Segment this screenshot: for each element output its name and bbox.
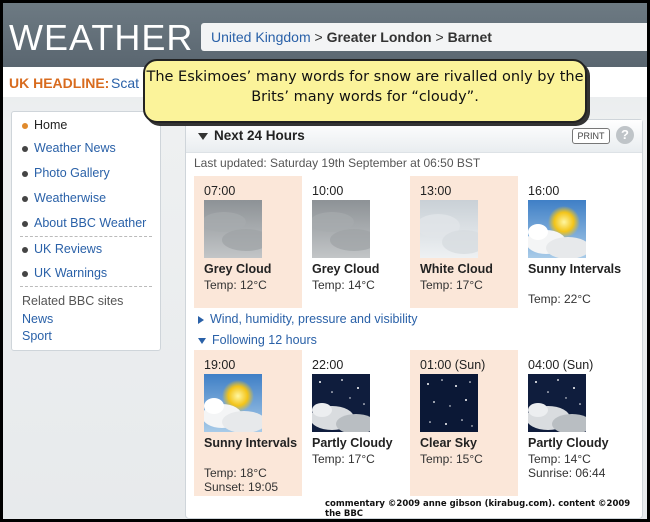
breadcrumb-country[interactable]: United Kingdom bbox=[211, 29, 311, 45]
grey-cloud-icon bbox=[204, 200, 262, 258]
white-cloud-icon bbox=[420, 200, 478, 258]
forecast-slot: 10:00 Grey Cloud Temp: 14°C bbox=[302, 176, 410, 308]
expander-following-hours[interactable]: Following 12 hours bbox=[198, 333, 317, 347]
sidebar-item-label: Photo Gallery bbox=[34, 166, 110, 180]
sunny-intervals-icon bbox=[204, 374, 262, 432]
forecast-title-label: Next 24 Hours bbox=[214, 128, 305, 143]
collapse-triangle-icon bbox=[198, 132, 208, 140]
breadcrumb-region[interactable]: Greater London bbox=[327, 29, 432, 45]
credit-line: commentary ©2009 anne gibson (kirabug.co… bbox=[325, 499, 631, 519]
bullet-icon bbox=[22, 122, 28, 129]
sidebar-item-label: Weatherwise bbox=[34, 191, 107, 205]
help-icon[interactable]: ? bbox=[616, 126, 634, 144]
sidebar-item-label: About BBC Weather bbox=[34, 216, 147, 230]
slot-temperature: Temp: 14°C bbox=[312, 278, 375, 292]
forecast-slot: 04:00 (Sun) Partly Cloudy Temp: 14°C Sun… bbox=[518, 350, 626, 496]
headline-label: UK HEADLINE: bbox=[9, 75, 110, 91]
bullet-icon bbox=[22, 170, 28, 177]
slot-time: 10:00 bbox=[312, 184, 344, 198]
bullet-icon bbox=[22, 246, 28, 253]
slot-temperature: Temp: 17°C bbox=[420, 278, 483, 292]
bullet-icon bbox=[22, 145, 28, 152]
slot-condition: White Cloud bbox=[420, 262, 493, 276]
forecast-slot: 07:00 Grey Cloud Temp: 12°C bbox=[194, 176, 302, 308]
sidebar-item-weather-news[interactable]: Weather News bbox=[22, 141, 116, 155]
sidebar-item-about[interactable]: About BBC Weather bbox=[22, 216, 146, 230]
sidebar-item-label: Weather News bbox=[34, 141, 116, 155]
bullet-icon bbox=[22, 195, 28, 202]
breadcrumb: United Kingdom > Greater London > Barnet bbox=[201, 23, 647, 51]
slot-time: 22:00 bbox=[312, 358, 344, 372]
divider bbox=[20, 236, 152, 237]
forecast-slot: 01:00 (Sun) Clear Sky Temp: 15°C bbox=[410, 350, 518, 496]
partly-cloudy-night-icon bbox=[312, 374, 370, 432]
slot-condition: Clear Sky bbox=[420, 436, 477, 450]
slot-sunrise: Sunrise: 06:44 bbox=[528, 466, 606, 480]
slot-time: 01:00 (Sun) bbox=[420, 358, 486, 372]
forecast-slot: 16:00 Sunny Intervals Temp: 22°C bbox=[518, 176, 626, 308]
forecast-panel: Next 24 Hours PRINT ? Last updated: Satu… bbox=[185, 119, 643, 519]
slot-condition: Grey Cloud bbox=[204, 262, 272, 276]
forecast-panel-header: Next 24 Hours PRINT ? bbox=[186, 120, 642, 153]
divider bbox=[20, 286, 152, 287]
slot-temperature: Temp: 15°C bbox=[420, 452, 483, 466]
sidebar-item-uk-reviews[interactable]: UK Reviews bbox=[22, 242, 102, 256]
last-updated-text: Last updated: Saturday 19th September at… bbox=[194, 156, 481, 170]
screenshot-frame: WEATHER United Kingdom > Greater London … bbox=[0, 0, 650, 522]
sidebar-item-label: UK Warnings bbox=[34, 266, 108, 280]
slot-time: 13:00 bbox=[420, 184, 452, 198]
breadcrumb-separator: > bbox=[431, 29, 448, 45]
headline-link[interactable]: Scat bbox=[111, 75, 139, 91]
bullet-icon bbox=[22, 270, 28, 277]
breadcrumb-place: Barnet bbox=[447, 29, 492, 45]
slot-condition: Sunny Intervals bbox=[528, 262, 622, 276]
sidebar-item-label: UK Reviews bbox=[34, 242, 103, 256]
forecast-slot: 22:00 Partly Cloudy Temp: 17°C bbox=[302, 350, 410, 496]
breadcrumb-separator: > bbox=[310, 29, 327, 45]
slot-condition: Partly Cloudy bbox=[528, 436, 609, 450]
sidebar-item-photo-gallery[interactable]: Photo Gallery bbox=[22, 166, 110, 180]
commentary-callout: The Eskimoes’ many words for snow are ri… bbox=[143, 59, 587, 123]
slot-temperature: Temp: 17°C bbox=[312, 452, 375, 466]
sidebar-item-weatherwise[interactable]: Weatherwise bbox=[22, 191, 106, 205]
collapse-down-icon bbox=[198, 337, 206, 344]
slot-condition: Grey Cloud bbox=[312, 262, 380, 276]
slot-time: 16:00 bbox=[528, 184, 560, 198]
site-header: WEATHER United Kingdom > Greater London … bbox=[3, 3, 647, 67]
grey-cloud-icon bbox=[312, 200, 370, 258]
sidebar-nav: Home Weather News Photo Gallery Weatherw… bbox=[11, 111, 161, 351]
related-sites-heading: Related BBC sites bbox=[22, 294, 124, 308]
weather-logo[interactable]: WEATHER bbox=[9, 17, 193, 59]
forecast-slot: 19:00 Sunny Intervals Temp: 18°C Sunset:… bbox=[194, 350, 302, 496]
slot-condition: Sunny Intervals bbox=[204, 436, 298, 450]
sunny-intervals-icon bbox=[528, 200, 586, 258]
expander-label: Wind, humidity, pressure and visibility bbox=[210, 312, 418, 326]
slot-temperature: Temp: 12°C bbox=[204, 278, 267, 292]
related-link-news[interactable]: News bbox=[22, 312, 53, 326]
related-link-sport[interactable]: Sport bbox=[22, 329, 52, 343]
clear-sky-night-icon bbox=[420, 374, 478, 432]
slot-time: 19:00 bbox=[204, 358, 236, 372]
print-button[interactable]: PRINT bbox=[572, 128, 610, 144]
bullet-icon bbox=[22, 220, 28, 227]
forecast-title[interactable]: Next 24 Hours bbox=[198, 128, 305, 143]
slot-time: 07:00 bbox=[204, 184, 236, 198]
slot-sunset: Sunset: 19:05 bbox=[204, 480, 279, 494]
slot-temperature: Temp: 14°C bbox=[528, 452, 591, 466]
slot-condition: Partly Cloudy bbox=[312, 436, 393, 450]
slot-temperature: Temp: 18°C bbox=[204, 466, 267, 480]
forecast-slot: 13:00 White Cloud Temp: 17°C bbox=[410, 176, 518, 308]
partly-cloudy-night-icon bbox=[528, 374, 586, 432]
expand-right-icon bbox=[198, 315, 204, 324]
sidebar-item-label: Home bbox=[34, 118, 68, 132]
expander-label: Following 12 hours bbox=[212, 333, 317, 347]
expander-wind-details[interactable]: Wind, humidity, pressure and visibility bbox=[198, 312, 417, 326]
slot-time: 04:00 (Sun) bbox=[528, 358, 594, 372]
slot-temperature: Temp: 22°C bbox=[528, 292, 591, 306]
sidebar-item-uk-warnings[interactable]: UK Warnings bbox=[22, 266, 107, 280]
sidebar-item-home[interactable]: Home bbox=[22, 118, 67, 132]
